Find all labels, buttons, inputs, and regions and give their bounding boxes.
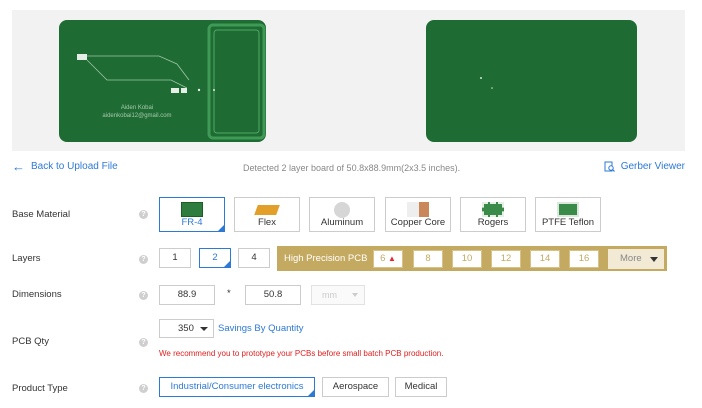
gerber-label: Gerber Viewer — [620, 161, 685, 172]
savings-by-quantity-link[interactable]: Savings By Quantity — [218, 323, 304, 334]
help-icon[interactable]: ? — [139, 291, 148, 300]
layer-option-label: 6 — [380, 253, 386, 264]
silk-name: Aiden Kobai — [120, 105, 154, 111]
product-type-aerospace-option[interactable]: Aerospace — [322, 377, 389, 397]
layer-option-14[interactable]: 14 — [530, 250, 560, 268]
help-icon[interactable]: ? — [139, 255, 148, 264]
pcb-traces — [77, 23, 266, 140]
dimensions-label: Dimensions — [12, 289, 62, 300]
layer-option-4[interactable]: 4 — [238, 248, 270, 268]
material-label: Flex — [258, 217, 276, 228]
gerber-preview: Aiden Kobai aidenkobai12@gmail.com — [12, 10, 685, 151]
high-precision-pcb-panel: High Precision PCB 6 ▲ 8 10 12 14 16 Mor… — [277, 246, 667, 271]
layer-option-16[interactable]: 16 — [569, 250, 599, 268]
layer-option-10[interactable]: 10 — [452, 250, 482, 268]
material-flex-option[interactable]: Flex — [234, 197, 300, 232]
layer-option-label: 2 — [212, 252, 218, 263]
arrow-left-icon: ← — [12, 158, 25, 174]
layer-option-8[interactable]: 8 — [413, 250, 443, 268]
more-layers-dropdown[interactable]: More — [608, 249, 664, 269]
product-type-label: Product Type — [12, 383, 68, 394]
aluminum-board-icon — [334, 202, 350, 218]
selected-corner-icon — [223, 260, 231, 268]
product-type-medical-option[interactable]: Medical — [395, 377, 447, 397]
material-ptfe-teflon-option[interactable]: PTFE Teflon — [535, 197, 601, 232]
selected-corner-icon — [217, 224, 225, 232]
detected-text: Detected 2 layer board of 50.8x88.9mm(2x… — [243, 163, 461, 173]
help-icon[interactable]: ? — [139, 338, 148, 347]
material-label: PTFE Teflon — [541, 217, 595, 228]
material-label: FR-4 — [181, 217, 203, 228]
material-label: Copper Core — [390, 217, 446, 228]
layer-option-6[interactable]: 6 ▲ — [373, 250, 403, 268]
ptfe-board-icon — [557, 202, 579, 217]
pcb-qty-label: PCB Qty — [12, 336, 49, 347]
back-label: Back to Upload File — [31, 161, 118, 172]
pcb-bottom-view — [426, 20, 637, 142]
back-to-upload-link[interactable]: ← Back to Upload File — [12, 158, 118, 174]
width-input[interactable]: 88.9 — [159, 285, 215, 305]
high-precision-label: High Precision PCB — [284, 253, 368, 264]
document-search-icon — [604, 161, 615, 172]
height-input[interactable]: 50.8 — [245, 285, 301, 305]
material-aluminum-option[interactable]: Aluminum — [309, 197, 375, 232]
prototype-warning: We recommend you to prototype your PCBs … — [159, 349, 444, 358]
help-icon[interactable]: ? — [139, 384, 148, 393]
rogers-board-icon — [482, 202, 504, 217]
base-material-label: Base Material — [12, 209, 71, 220]
unit-select[interactable]: mm — [311, 285, 365, 305]
pcb-top-view: Aiden Kobai aidenkobai12@gmail.com — [59, 20, 266, 142]
layer-option-1[interactable]: 1 — [159, 248, 191, 268]
more-label: More — [620, 253, 642, 264]
layers-label: Layers — [12, 253, 41, 264]
selected-corner-icon — [307, 389, 315, 397]
fr4-board-icon — [181, 202, 203, 217]
info-row: ← Back to Upload File Detected 2 layer b… — [12, 160, 685, 176]
chevron-down-icon — [650, 257, 658, 262]
layer-option-12[interactable]: 12 — [491, 250, 521, 268]
help-icon[interactable]: ? — [139, 210, 148, 219]
layer-option-2[interactable]: 2 — [199, 248, 231, 268]
unit-value: mm — [322, 290, 337, 300]
gerber-viewer-link[interactable]: Gerber Viewer — [604, 161, 685, 172]
silk-email: aidenkobai12@gmail.com — [102, 113, 172, 119]
flex-board-icon — [254, 205, 280, 215]
product-type-label-text: Industrial/Consumer electronics — [170, 381, 304, 392]
copper-board-icon — [407, 202, 429, 217]
material-copper-core-option[interactable]: Copper Core — [385, 197, 451, 232]
material-label: Rogers — [477, 217, 509, 228]
dimension-separator: * — [227, 288, 231, 299]
chevron-down-icon — [352, 293, 358, 297]
quantity-value: 350 — [178, 323, 194, 334]
quantity-select[interactable]: 350 — [159, 319, 214, 338]
material-label: Aluminum — [320, 217, 364, 228]
pcb-bottom-traces — [480, 77, 493, 89]
hot-icon: ▲ — [388, 254, 396, 263]
product-type-industrial-option[interactable]: Industrial/Consumer electronics — [159, 377, 315, 397]
material-rogers-option[interactable]: Rogers — [460, 197, 526, 232]
material-fr4-option[interactable]: FR-4 — [159, 197, 225, 232]
chevron-down-icon — [200, 327, 208, 331]
